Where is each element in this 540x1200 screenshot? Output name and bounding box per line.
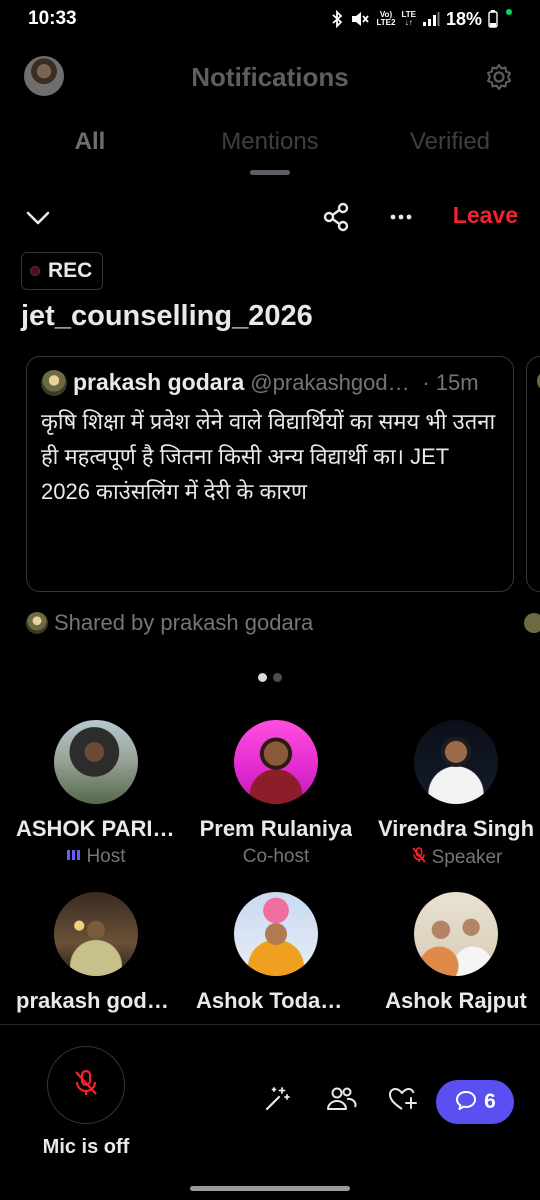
volte-indicator: Vo) LTE2	[376, 11, 395, 27]
participant-role: Speaker	[410, 846, 503, 870]
status-bar: 10:33 Vo) LTE2 LTE ↓↑ 18%	[0, 0, 540, 38]
volte-bottom: LTE2	[376, 18, 396, 27]
shared-by-label: Shared by prakash godara	[54, 610, 314, 635]
participant-name: Ashok Rajput	[385, 988, 527, 1013]
participant-tile[interactable]: prakash godara	[6, 892, 186, 1014]
avatar	[234, 892, 318, 976]
tweet-text: कृषि शिक्षा में प्रवेश लेने वाले विद्यार…	[41, 409, 496, 504]
recording-label: REC	[48, 259, 93, 282]
minimize-button[interactable]	[22, 202, 54, 234]
notifications-header: Notifications	[0, 48, 540, 108]
controls-divider	[0, 1024, 540, 1025]
home-indicator[interactable]	[190, 1186, 350, 1191]
participant-name: prakash godara	[16, 988, 176, 1013]
battery-percent: 18%	[445, 8, 482, 29]
space-toolbar: Leave	[0, 198, 540, 238]
carousel-pager	[258, 673, 282, 682]
status-time: 10:33	[28, 8, 77, 29]
participant-role: Host	[66, 846, 126, 868]
participant-role-label: Host	[86, 846, 126, 867]
recording-badge: REC	[21, 252, 104, 290]
next-shared-by-avatar	[524, 613, 540, 633]
mic-muted-icon	[410, 846, 428, 870]
share-icon	[320, 202, 354, 238]
next-tweet-card[interactable]	[526, 356, 540, 592]
participant-name: Virendra Singh	[377, 816, 535, 841]
avatar	[54, 720, 138, 804]
tweet-time: · 15m	[422, 369, 479, 395]
leave-button[interactable]: Leave	[453, 202, 518, 229]
pager-dot	[273, 673, 282, 682]
shared-by: Shared by prakash godara	[26, 610, 313, 636]
tab-mentions[interactable]: Mentions	[180, 128, 360, 156]
people-icon	[325, 1084, 357, 1119]
mute-icon	[350, 10, 370, 28]
chat-bubble-icon	[454, 1089, 478, 1116]
avatar	[234, 720, 318, 804]
tweet-author-name[interactable]: prakash godara	[73, 369, 244, 396]
mic-toggle-button[interactable]	[47, 1046, 125, 1124]
participants-grid: ASHOK PARIHAR Host Prem Rulaniya Co-host…	[0, 720, 540, 1014]
bluetooth-icon	[330, 10, 344, 28]
tab-verified[interactable]: Verified	[360, 128, 540, 156]
magic-wand-icon	[262, 1084, 292, 1119]
participant-tile[interactable]: Prem Rulaniya Co-host	[186, 720, 366, 870]
battery-icon	[488, 10, 498, 28]
participant-tile[interactable]: ASHOK PARIHAR Host	[6, 720, 186, 870]
notifications-tabs: All Mentions Verified	[0, 128, 540, 156]
mic-off-icon	[71, 1068, 101, 1103]
participant-name: Ashok Todawat	[196, 988, 356, 1013]
host-audio-icon	[66, 846, 82, 868]
participants-button[interactable]	[324, 1084, 358, 1118]
status-icons: Vo) LTE2 LTE ↓↑ 18%	[330, 9, 512, 30]
mic-status-label: Mic is off	[42, 1136, 130, 1158]
privacy-indicator-dot	[506, 9, 512, 15]
space-title: jet_counselling_2026	[21, 300, 313, 332]
tweet-author-handle: @prakashgodara	[250, 369, 417, 395]
more-dots-icon	[384, 214, 418, 238]
participant-name: Prem Rulaniya	[199, 816, 353, 841]
lte-arrows: ↓↑	[404, 18, 413, 27]
sheet-grabber[interactable]	[250, 170, 290, 175]
share-button[interactable]	[320, 200, 354, 234]
avatar	[54, 892, 138, 976]
chevron-down-icon	[22, 211, 54, 238]
recording-dot-icon	[30, 266, 40, 276]
avatar	[414, 892, 498, 976]
participant-role-label: Speaker	[431, 847, 503, 868]
page-title: Notifications	[191, 62, 349, 92]
space-sheet: Leave REC jet_counselling_2026 prakash g…	[0, 158, 540, 1200]
effects-button[interactable]	[260, 1084, 294, 1118]
participant-name: ASHOK PARIHAR	[16, 816, 176, 841]
participant-role-label: Co-host	[242, 846, 310, 867]
tweet-header: prakash godara @prakashgodara · 15m	[41, 369, 499, 396]
chat-button[interactable]: 6	[436, 1080, 514, 1124]
pinned-tweet-card[interactable]: prakash godara @prakashgodara · 15m कृषि…	[26, 356, 514, 592]
chat-count-badge: 6	[484, 1090, 496, 1113]
reactions-button[interactable]	[386, 1084, 420, 1118]
heart-plus-icon	[387, 1084, 419, 1119]
shared-by-avatar	[26, 612, 48, 634]
participant-tile[interactable]: Ashok Todawat	[186, 892, 366, 1014]
signal-icon	[422, 11, 440, 27]
tab-all[interactable]: All	[0, 128, 180, 156]
avatar	[414, 720, 498, 804]
tweet-author-avatar[interactable]	[41, 369, 67, 396]
participant-tile[interactable]: Ashok Rajput	[366, 892, 540, 1014]
participant-tile[interactable]: Virendra Singh Speaker	[366, 720, 540, 870]
more-options-button[interactable]	[384, 200, 418, 234]
participant-role: Co-host	[243, 846, 310, 868]
settings-button[interactable]	[484, 62, 514, 92]
lte-indicator: LTE ↓↑	[401, 11, 416, 27]
pager-dot-active	[258, 673, 267, 682]
gear-icon	[484, 64, 514, 96]
